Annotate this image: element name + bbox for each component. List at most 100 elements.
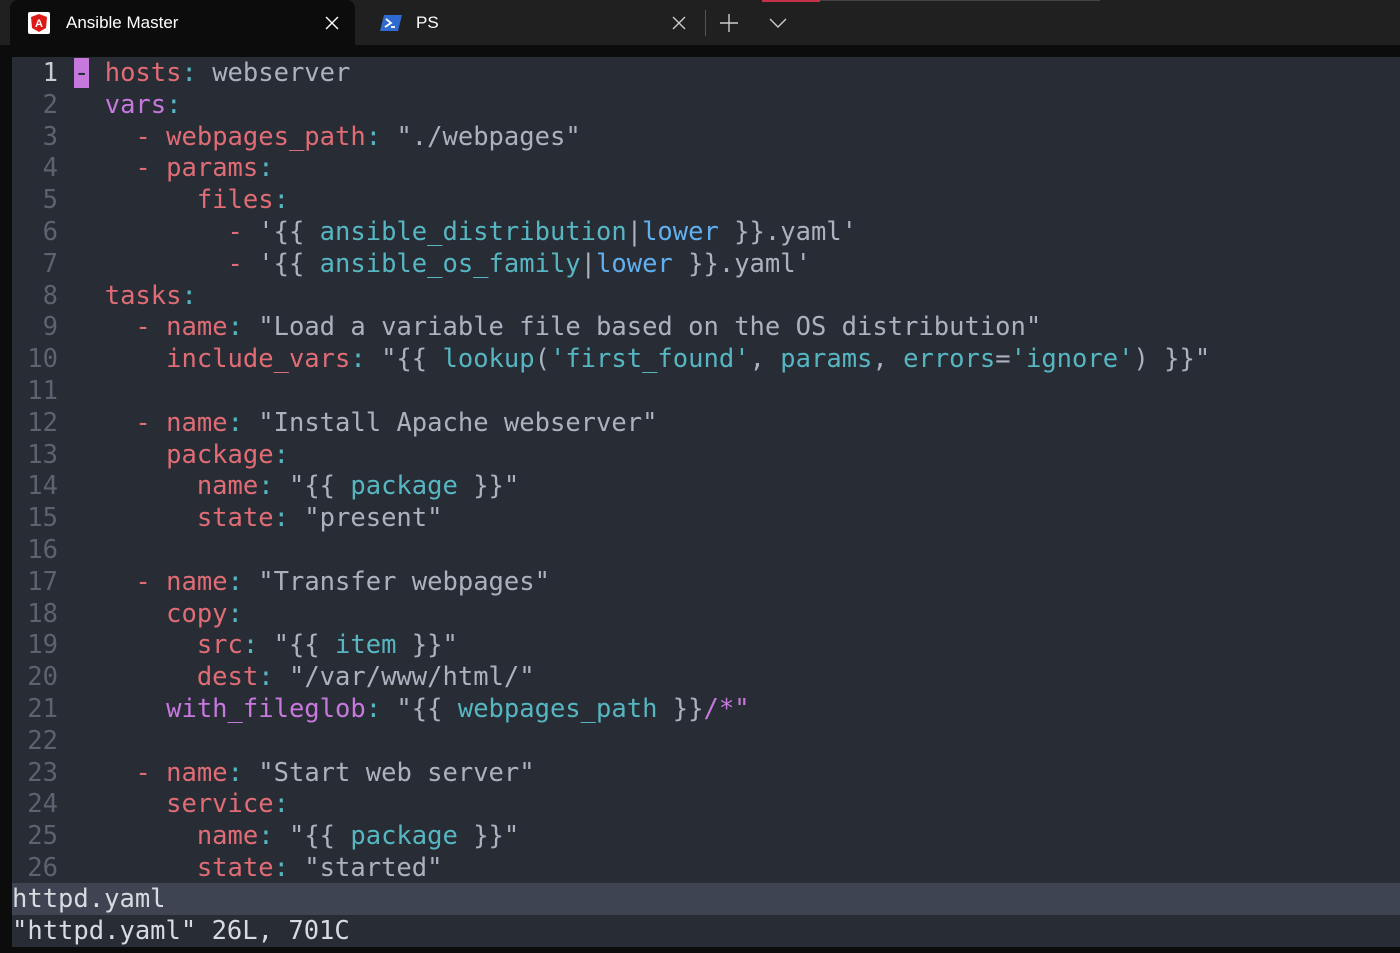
code-line[interactable]: 20 dest: "/var/www/html/" xyxy=(12,661,1400,693)
line-number: 6 xyxy=(42,217,58,247)
code-line[interactable]: 1- hosts: webserver xyxy=(12,57,1400,89)
code-text: dest: "/var/www/html/" xyxy=(58,661,535,693)
code-line[interactable]: 17 - name: "Transfer webpages" xyxy=(12,566,1400,598)
code-text: copy: xyxy=(58,598,243,630)
line-number: 25 xyxy=(27,821,58,852)
tab-ps[interactable]: PS xyxy=(362,0,702,45)
code-line[interactable]: 7 - '{{ ansible_os_family|lower }}.yaml' xyxy=(12,248,1400,280)
code-token: : xyxy=(350,344,366,375)
code-line[interactable]: 23 - name: "Start web server" xyxy=(12,757,1400,789)
vim-status-bar: httpd.yaml xyxy=(12,883,1400,915)
code-line[interactable]: 25 name: "{{ package }}" xyxy=(12,820,1400,852)
tab-dropdown-button[interactable] xyxy=(765,10,791,36)
code-line[interactable]: 19 src: "{{ item }}" xyxy=(12,629,1400,661)
code-text: name: "{{ package }}" xyxy=(58,820,519,852)
line-number: 8 xyxy=(42,280,58,311)
code-token: | xyxy=(580,248,597,279)
code-text: - name: "Load a variable file based on t… xyxy=(58,311,1041,343)
code-line[interactable]: 13 package: xyxy=(12,439,1400,471)
code-token: package xyxy=(350,471,458,502)
code-line[interactable]: 2 vars: xyxy=(12,89,1400,121)
code-text: - name: "Start web server" xyxy=(58,757,534,789)
code-line[interactable]: 15 state: "present" xyxy=(12,502,1400,534)
line-number: 17 xyxy=(27,566,58,597)
code-line[interactable]: 24 service: xyxy=(12,788,1400,820)
code-line[interactable]: 26 state: "started" xyxy=(12,852,1400,883)
code-token: - xyxy=(135,153,151,184)
tab-separator xyxy=(705,10,706,36)
code-token: copy xyxy=(166,598,228,629)
tab-ansible-master[interactable]: A Ansible Master xyxy=(10,0,355,45)
line-number: 2 xyxy=(42,89,58,120)
line-number: 26 xyxy=(27,853,58,883)
code-token: /*" xyxy=(703,694,750,724)
code-token: "/var/www/html/" xyxy=(273,662,535,693)
code-token: "started" xyxy=(288,853,443,883)
code-token: files xyxy=(196,185,274,216)
code-line[interactable]: 21 with_fileglob: "{{ webpages_path }}/*… xyxy=(12,693,1400,725)
close-icon[interactable] xyxy=(321,12,343,34)
code-text: state: "present" xyxy=(58,502,443,534)
code-line[interactable]: 6 - '{{ ansible_distribution|lower }}.ya… xyxy=(12,216,1400,248)
code-token: : xyxy=(227,598,243,629)
code-line[interactable]: 5 files: xyxy=(12,184,1400,216)
vim-editor[interactable]: 1- hosts: webserver 2 vars: 3 - webpages_p… xyxy=(12,57,1400,883)
line-number: 5 xyxy=(42,185,58,216)
line-number: 10 xyxy=(27,344,58,375)
line-number: 22 xyxy=(27,725,58,756)
code-line[interactable]: 11 xyxy=(12,375,1400,407)
code-token: name xyxy=(166,407,228,438)
code-text: - '{{ ansible_os_family|lower }}.yaml' xyxy=(58,248,811,280)
code-line[interactable]: 22 xyxy=(12,725,1400,757)
tab-label: Ansible Master xyxy=(66,12,179,32)
code-token: 'ignore' xyxy=(1010,344,1134,375)
code-text: - name: "Install Apache webserver" xyxy=(58,407,657,439)
code-text: tasks: xyxy=(58,280,197,312)
code-line[interactable]: 10 include_vars: "{{ lookup('first_found… xyxy=(12,343,1400,375)
chevron-down-icon xyxy=(769,18,787,28)
code-line[interactable]: 18 copy: xyxy=(12,598,1400,630)
code-token: - xyxy=(135,121,151,152)
new-tab-button[interactable] xyxy=(716,10,742,36)
code-token: : xyxy=(273,789,289,820)
code-line[interactable]: 4 - params: xyxy=(12,152,1400,184)
code-token: = xyxy=(995,344,1011,375)
code-line[interactable]: 16 xyxy=(12,534,1400,566)
code-token: : xyxy=(273,185,289,216)
code-token: : xyxy=(227,566,243,597)
code-line[interactable]: 9 - name: "Load a variable file based on… xyxy=(12,311,1400,343)
code-token: dest xyxy=(196,662,259,693)
code-line[interactable]: 12 - name: "Install Apache webserver" xyxy=(12,407,1400,439)
code-text: include_vars: "{{ lookup('first_found', … xyxy=(58,343,1210,375)
tab-label: PS xyxy=(416,12,439,32)
close-icon[interactable] xyxy=(668,12,690,34)
code-token: name xyxy=(166,757,228,788)
vim-command-line[interactable]: "httpd.yaml" 26L, 701C xyxy=(12,915,1400,947)
line-number: 11 xyxy=(27,376,58,406)
code-token: '{{ xyxy=(242,248,320,279)
code-token: name xyxy=(166,566,228,597)
code-token: include_vars xyxy=(166,344,351,375)
line-number: 16 xyxy=(27,535,58,565)
line-number: 21 xyxy=(27,694,58,724)
code-line[interactable]: 3 - webpages_path: "./webpages" xyxy=(12,121,1400,153)
code-token: : xyxy=(227,407,243,438)
code-line[interactable]: 14 name: "{{ package }}" xyxy=(12,470,1400,502)
terminal-pane[interactable]: 1- hosts: webserver 2 vars: 3 - webpages_p… xyxy=(0,45,1400,953)
code-token: : xyxy=(365,694,382,724)
code-token: : xyxy=(258,153,274,184)
code-line[interactable]: 8 tasks: xyxy=(12,280,1400,312)
code-token: hosts xyxy=(104,58,182,88)
